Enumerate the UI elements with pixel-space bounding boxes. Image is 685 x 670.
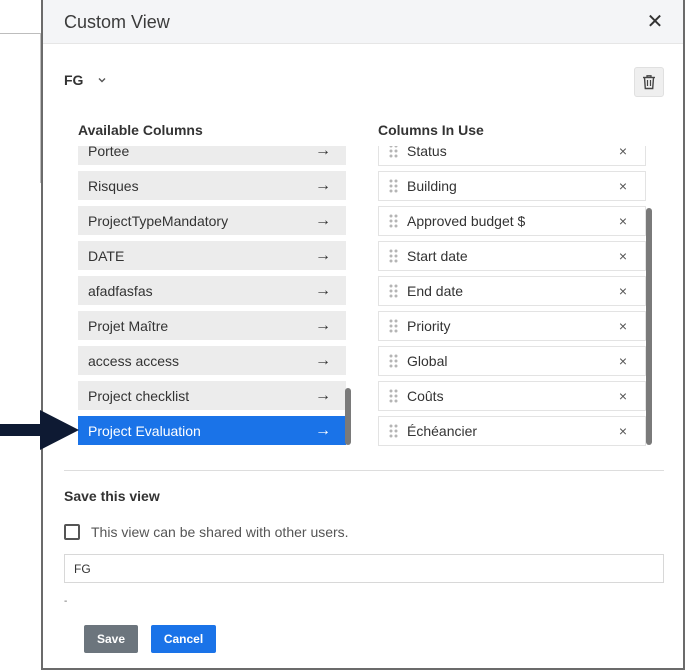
- view-selector-value: FG: [64, 72, 84, 88]
- available-column-item[interactable]: Projet Maître →: [78, 311, 346, 340]
- column-in-use-item[interactable]: Échéancier ×: [378, 416, 646, 446]
- available-column-item[interactable]: ProjectTypeMandatory →: [78, 206, 346, 235]
- column-in-use-label: Échéancier: [407, 423, 478, 439]
- column-in-use-label: Building: [407, 178, 457, 194]
- available-column-item[interactable]: Project checklist →: [78, 381, 346, 410]
- pointer-arrow-icon: [0, 410, 79, 450]
- remove-icon[interactable]: ×: [613, 353, 633, 369]
- column-in-use-item[interactable]: Global ×: [378, 346, 646, 376]
- share-view-label: This view can be shared with other users…: [91, 524, 349, 540]
- available-column-label: ProjectTypeMandatory: [88, 212, 229, 229]
- available-column-item[interactable]: Portee →: [78, 146, 346, 165]
- share-view-option[interactable]: This view can be shared with other users…: [64, 524, 349, 540]
- column-in-use-label: Status: [407, 146, 447, 159]
- column-in-use-label: Global: [407, 353, 448, 369]
- drag-handle-icon[interactable]: [387, 389, 407, 403]
- arrow-right-icon[interactable]: →: [312, 422, 334, 440]
- arrow-right-icon[interactable]: →: [312, 317, 334, 335]
- column-in-use-item[interactable]: Coûts ×: [378, 381, 646, 411]
- arrow-right-icon[interactable]: →: [312, 177, 334, 195]
- available-columns-list[interactable]: Portee → Risques → ProjectTypeMandatory …: [78, 146, 346, 446]
- drag-handle-icon[interactable]: [387, 424, 407, 438]
- dialog-header: Custom View ✕: [43, 0, 683, 44]
- helper-mark: -: [64, 596, 68, 607]
- column-in-use-item[interactable]: End date ×: [378, 276, 646, 306]
- arrow-right-icon[interactable]: →: [312, 247, 334, 265]
- column-in-use-item[interactable]: Start date ×: [378, 241, 646, 271]
- custom-view-dialog: Custom View ✕ FG Available Columns Colum…: [41, 0, 685, 670]
- available-column-label: access access: [88, 352, 180, 369]
- columns-in-use-scrollbar[interactable]: [646, 208, 652, 445]
- drag-handle-icon[interactable]: [387, 146, 407, 158]
- column-in-use-label: Approved budget $: [407, 213, 526, 229]
- arrow-right-icon[interactable]: →: [312, 352, 334, 370]
- column-in-use-label: Start date: [407, 248, 468, 264]
- trash-icon: [643, 75, 655, 90]
- available-column-label: DATE: [88, 247, 125, 264]
- remove-icon[interactable]: ×: [613, 146, 633, 159]
- available-column-label: Projet Maître: [88, 317, 169, 334]
- drag-handle-icon[interactable]: [387, 319, 407, 333]
- remove-icon[interactable]: ×: [613, 213, 633, 229]
- available-column-item[interactable]: DATE →: [78, 241, 346, 270]
- arrow-right-icon[interactable]: →: [312, 387, 334, 405]
- dialog-title: Custom View: [64, 12, 170, 32]
- available-column-label: Portee: [88, 146, 130, 159]
- remove-icon[interactable]: ×: [613, 248, 633, 264]
- drag-handle-icon[interactable]: [387, 354, 407, 368]
- remove-icon[interactable]: ×: [613, 318, 633, 334]
- arrow-right-icon[interactable]: →: [312, 282, 334, 300]
- save-view-heading: Save this view: [64, 488, 160, 504]
- available-columns-heading: Available Columns: [78, 122, 203, 138]
- column-in-use-item[interactable]: Status ×: [378, 146, 646, 166]
- available-column-label: Project checklist: [88, 387, 190, 404]
- drag-handle-icon[interactable]: [387, 214, 407, 228]
- column-in-use-label: Coûts: [407, 388, 444, 404]
- columns-in-use-heading: Columns In Use: [378, 122, 484, 138]
- column-in-use-label: End date: [407, 283, 464, 299]
- view-selector[interactable]: FG: [64, 72, 107, 88]
- column-in-use-item[interactable]: Priority ×: [378, 311, 646, 341]
- available-column-label: Risques: [88, 177, 139, 194]
- view-name-input[interactable]: [64, 554, 664, 583]
- remove-icon[interactable]: ×: [613, 178, 633, 194]
- save-button[interactable]: Save: [84, 625, 138, 653]
- available-column-label: afadfasfas: [88, 282, 153, 299]
- remove-icon[interactable]: ×: [613, 283, 633, 299]
- available-column-item[interactable]: access access →: [78, 346, 346, 375]
- backdrop-line: [0, 33, 41, 34]
- available-column-item[interactable]: afadfasfas →: [78, 276, 346, 305]
- close-icon[interactable]: ✕: [645, 12, 665, 32]
- remove-icon[interactable]: ×: [613, 388, 633, 404]
- section-divider: [64, 470, 664, 471]
- chevron-down-icon: [98, 78, 106, 83]
- available-column-item-selected[interactable]: Project Evaluation →: [78, 416, 346, 445]
- available-columns-scrollbar[interactable]: [345, 388, 351, 445]
- arrow-right-icon[interactable]: →: [312, 146, 334, 160]
- available-column-item[interactable]: Risques →: [78, 171, 346, 200]
- columns-in-use-list[interactable]: Status × Building × Approved budget $ × …: [378, 146, 646, 446]
- share-view-checkbox[interactable]: [64, 524, 80, 540]
- column-in-use-item[interactable]: Approved budget $ ×: [378, 206, 646, 236]
- column-in-use-item[interactable]: Building ×: [378, 171, 646, 201]
- delete-view-button[interactable]: [634, 67, 664, 97]
- remove-icon[interactable]: ×: [613, 423, 633, 439]
- drag-handle-icon[interactable]: [387, 284, 407, 298]
- drag-handle-icon[interactable]: [387, 179, 407, 193]
- column-in-use-label: Priority: [407, 318, 451, 334]
- arrow-right-icon[interactable]: →: [312, 212, 334, 230]
- available-column-label: Project Evaluation: [88, 422, 201, 439]
- drag-handle-icon[interactable]: [387, 249, 407, 263]
- cancel-button[interactable]: Cancel: [151, 625, 216, 653]
